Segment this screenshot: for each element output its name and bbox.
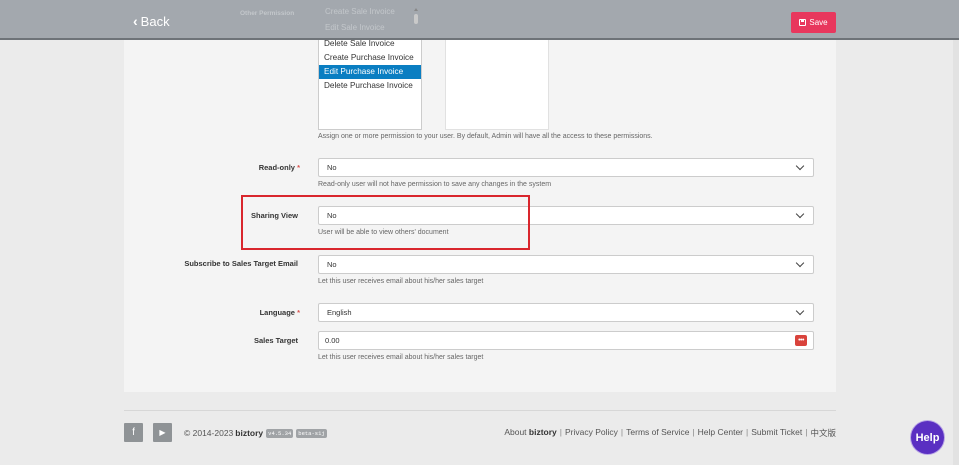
permission-option-hidden: Create Sale Invoice <box>325 7 395 16</box>
version-badge: v4.5.34 <box>266 428 294 438</box>
language-select[interactable]: English <box>318 303 814 322</box>
youtube-icon[interactable]: ▶ <box>153 423 172 442</box>
permission-option[interactable]: Create Purchase Invoice <box>319 51 421 65</box>
about-link[interactable]: About biztory <box>504 427 556 439</box>
assigned-permissions-box[interactable] <box>445 36 549 130</box>
help-center-link[interactable]: Help Center <box>698 427 743 439</box>
other-permission-label: Other Permission <box>240 10 295 17</box>
chevron-down-icon <box>795 258 805 268</box>
subscribe-value: No <box>327 260 337 269</box>
terms-of-service-link[interactable]: Terms of Service <box>626 427 689 439</box>
chinese-version-link[interactable]: 中文版 <box>810 427 836 439</box>
save-label: Save <box>809 18 828 27</box>
floppy-disk-icon <box>799 19 807 26</box>
back-button[interactable]: ‹ Back <box>133 13 170 29</box>
separator: | <box>692 427 695 437</box>
sharing-view-highlight-box <box>241 195 530 250</box>
subscribe-help-text: Let this user receives email about his/h… <box>318 278 484 285</box>
subscribe-select[interactable]: No <box>318 255 814 274</box>
separator: | <box>620 427 624 437</box>
save-button[interactable]: Save <box>791 12 836 33</box>
privacy-policy-link[interactable]: Privacy Policy <box>565 427 618 439</box>
permission-option[interactable]: Delete Purchase Invoice <box>319 79 421 93</box>
sales-target-value: 0.00 <box>325 336 340 345</box>
language-label: Language * <box>259 308 300 317</box>
help-chat-button[interactable]: Help <box>911 421 944 454</box>
chevron-down-icon <box>795 209 805 219</box>
permission-option-selected[interactable]: Edit Purchase Invoice <box>319 65 421 79</box>
readonly-label: Read-only * <box>258 163 300 172</box>
top-header-bar: ‹ Back Save <box>0 0 959 40</box>
language-value: English <box>327 308 352 317</box>
page-scrollbar-track[interactable] <box>953 40 959 465</box>
chevron-down-icon <box>795 161 805 171</box>
readonly-select[interactable]: No <box>318 158 814 177</box>
footer-divider <box>124 410 836 411</box>
scrollbar-thumb[interactable] <box>414 14 418 24</box>
sales-target-help-text: Let this user receives email about his/h… <box>318 354 484 361</box>
chevron-down-icon <box>795 306 805 316</box>
permission-option-hidden: Edit Sale Invoice <box>325 23 385 32</box>
submit-ticket-link[interactable]: Submit Ticket <box>751 427 802 439</box>
scroll-up-arrow-icon[interactable] <box>414 8 418 11</box>
other-permission-select[interactable]: Delete Sale Invoice Create Purchase Invo… <box>318 36 422 130</box>
copyright-years: © 2014-2023 <box>184 428 234 438</box>
back-label: Back <box>140 13 170 29</box>
separator: | <box>559 427 563 437</box>
chevron-left-icon: ‹ <box>133 13 138 29</box>
readonly-value: No <box>327 163 337 172</box>
separator: | <box>805 427 808 437</box>
beta-badge: beta-s1j <box>296 428 327 438</box>
brand-name: biztory <box>235 428 264 438</box>
more-options-icon[interactable]: ••• <box>795 335 807 346</box>
copyright-text: © 2014-2023 biztory v4.5.34 beta-s1j <box>184 428 327 438</box>
footer-links: About biztory | Privacy Policy | Terms o… <box>504 427 836 439</box>
facebook-icon[interactable]: f <box>124 423 143 442</box>
sales-target-label: Sales Target <box>253 336 298 345</box>
sales-target-input[interactable]: 0.00 ••• <box>318 331 814 350</box>
permission-help-text: Assign one or more permission to your us… <box>318 133 653 140</box>
readonly-help-text: Read-only user will not have permission … <box>318 181 552 188</box>
subscribe-label: Subscribe to Sales Target Email <box>184 259 298 268</box>
separator: | <box>746 427 749 437</box>
